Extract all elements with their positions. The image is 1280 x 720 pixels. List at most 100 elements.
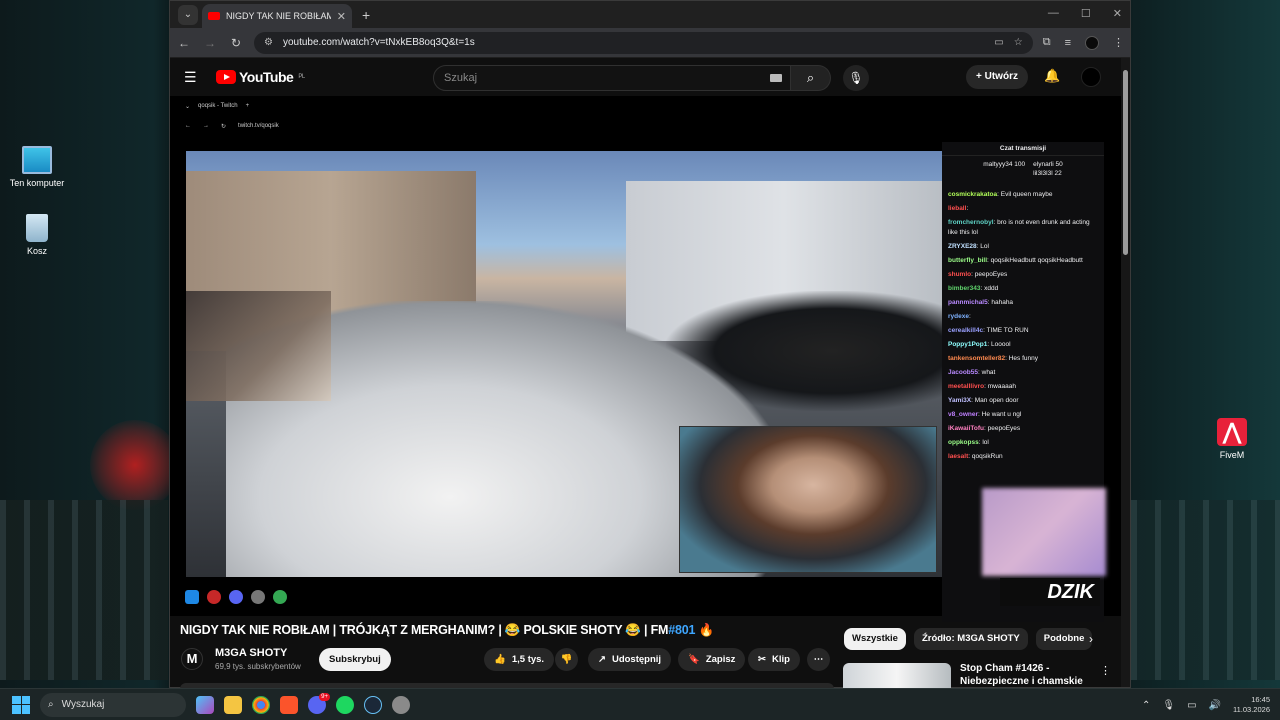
chat-username[interactable]: oppkopss — [948, 439, 979, 446]
close-window-icon[interactable]: ✕ — [1113, 7, 1122, 20]
more-actions-button[interactable]: ⋯ — [807, 648, 830, 671]
tab-search-button[interactable]: ⌄ — [178, 4, 198, 25]
taskbar-search[interactable]: ⌕ Wyszukaj — [40, 692, 186, 717]
chat-username[interactable]: v8_owner — [948, 411, 978, 418]
chat-username[interactable]: cerealkill4c — [948, 327, 983, 334]
spotify-icon[interactable] — [336, 695, 354, 714]
recommended-more-icon[interactable]: ⋮ — [1100, 664, 1111, 677]
chat-username[interactable]: laesalt — [948, 453, 968, 460]
start-button[interactable] — [12, 695, 30, 714]
youtube-logo[interactable]: YouTube PL — [216, 69, 305, 85]
app-icon[interactable] — [392, 695, 410, 714]
share-button[interactable]: ↗ Udostępnij — [588, 648, 672, 671]
desktop-icon-recycle-bin[interactable]: Kosz — [0, 214, 74, 256]
back-button[interactable]: ← — [176, 36, 192, 50]
chat-text: xddd — [984, 285, 999, 292]
reload-button[interactable]: ↻ — [228, 36, 244, 50]
chevron-right-icon[interactable]: › — [1089, 632, 1093, 646]
keyboard-icon[interactable] — [770, 74, 782, 82]
close-tab-icon[interactable]: ✕ — [337, 10, 346, 23]
clock-time: 16:45 — [1251, 695, 1270, 704]
embedded-tab-title: qoqsik - Twitch — [198, 103, 238, 109]
chat-username[interactable]: ZRYXE28 — [948, 243, 977, 250]
taskbar-clock[interactable]: 16:45 11.03.2026 — [1233, 695, 1270, 715]
account-avatar[interactable] — [1081, 67, 1101, 87]
new-tab-button[interactable]: + — [362, 7, 370, 23]
minimize-icon[interactable]: — — [1048, 7, 1059, 20]
chevron-up-icon[interactable]: ⌃ — [1142, 700, 1150, 711]
maximize-icon[interactable]: ☐ — [1081, 7, 1091, 20]
bookmark-star-icon[interactable]: ☆ — [1014, 37, 1023, 48]
chat-username[interactable]: pannmichal5 — [948, 299, 988, 306]
desktop-icon-label: Ten komputer — [9, 178, 65, 188]
chat-username[interactable]: lieball — [948, 205, 966, 212]
volume-icon[interactable]: 🔊 — [1209, 700, 1221, 711]
media-controls-icon[interactable]: ≡ — [1065, 37, 1071, 49]
browser-menu-icon[interactable]: ⋮ — [1113, 36, 1124, 49]
voice-search-button[interactable]: 🎙 — [843, 65, 869, 91]
chat-username[interactable]: meetalllivro — [948, 383, 984, 390]
clip-button[interactable]: ✂ Klip — [748, 648, 800, 671]
chat-text: qoqsikRun — [971, 453, 1003, 460]
chrome-icon[interactable] — [252, 695, 270, 714]
chat-message: Poppy1Pop1: Looool — [942, 338, 1104, 352]
chat-username[interactable]: tankensomteller82 — [948, 355, 1005, 362]
youtube-play-icon — [216, 70, 236, 84]
chat-username[interactable]: rydexe — [948, 313, 969, 320]
notifications-bell-icon[interactable]: 🔔 — [1044, 68, 1060, 84]
search-input[interactable]: Szukaj — [433, 65, 791, 91]
network-icon[interactable]: ▭ — [1187, 700, 1196, 711]
channel-avatar[interactable]: M — [181, 648, 203, 670]
create-button[interactable]: + Utwórz — [966, 65, 1028, 89]
chip-all[interactable]: Wszystkie — [844, 628, 906, 650]
youtube-logo-text: YouTube — [239, 69, 294, 85]
chat-username[interactable]: iKawaiiTofu — [948, 425, 984, 432]
cast-icon[interactable]: ▭ — [994, 37, 1003, 48]
profile-avatar[interactable] — [1085, 35, 1099, 50]
dislike-button[interactable]: 👎 — [555, 648, 578, 671]
scrollbar-thumb[interactable] — [1123, 70, 1128, 255]
brave-icon[interactable] — [280, 695, 298, 714]
chat-username[interactable]: bimber343 — [948, 285, 981, 292]
subscribe-button[interactable]: Subskrybuj — [319, 648, 391, 671]
file-explorer-icon[interactable] — [224, 695, 242, 714]
discord-icon[interactable]: 9+ — [308, 692, 330, 714]
steam-icon[interactable] — [364, 695, 382, 714]
chat-username[interactable]: butterfly_bill — [948, 257, 987, 264]
copilot-icon[interactable] — [196, 695, 214, 714]
forward-button[interactable]: → — [202, 36, 218, 50]
chip-related[interactable]: Podobne — [1035, 628, 1093, 650]
microphone-icon[interactable]: 🎙 — [1162, 700, 1175, 711]
tab-youtube[interactable]: NIGDY TAK NIE ROBIŁAM | TRÓ ✕ — [202, 4, 352, 28]
chat-username[interactable]: Jacoob55 — [948, 369, 978, 376]
window-controls: — ☐ ✕ — [1048, 7, 1122, 20]
search-button[interactable]: ⌕ — [791, 65, 831, 91]
video-player[interactable]: ⌄ qoqsik - Twitch + ← → ↻ twitch.tv/qoqs… — [170, 96, 1123, 622]
save-button[interactable]: 🔖 Zapisz — [678, 648, 746, 671]
chat-username[interactable]: fromchernobyl — [948, 219, 994, 226]
discord-icon — [229, 590, 243, 604]
video-title-text: NIGDY TAK NIE ROBIŁAM | TRÓJKĄT Z MERGHA… — [180, 623, 669, 637]
site-info-icon[interactable]: ⚙ — [264, 37, 273, 48]
extensions-icon[interactable]: ⧉ — [1043, 36, 1051, 49]
address-bar[interactable]: ⚙ youtube.com/watch?v=tNxkEB8oq3Q&t=1s ▭… — [254, 31, 1033, 54]
chat-text: Looool — [991, 341, 1011, 348]
embedded-browser-tabbar: ⌄ qoqsik - Twitch + — [185, 98, 1103, 114]
chat-message: iKawaiiTofu: peepoEyes — [942, 422, 1104, 436]
dzik-logo: DZIK — [1000, 578, 1100, 606]
like-button[interactable]: 👍 1,5 tys. — [484, 648, 555, 671]
guide-menu-icon[interactable]: ☰ — [184, 69, 198, 86]
search-icon: ⌕ — [48, 699, 54, 710]
chat-username[interactable]: Poppy1Pop1 — [948, 341, 987, 348]
chat-username[interactable]: cosmickrakatoa — [948, 191, 997, 198]
chip-source[interactable]: Źródło: M3GA SHOTY — [913, 628, 1028, 650]
chat-message: cerealkill4c: TIME TO RUN — [942, 324, 1104, 338]
recommended-thumbnail[interactable] — [843, 663, 951, 689]
page-scrollbar[interactable] — [1121, 58, 1130, 687]
chat-username[interactable]: Yami3X — [948, 397, 971, 404]
video-hashtag[interactable]: #801 — [668, 623, 695, 637]
chat-username[interactable]: shumlo — [948, 271, 971, 278]
desktop-icon-this-pc[interactable]: Ten komputer — [0, 146, 74, 188]
channel-name[interactable]: M3GA SHOTY — [215, 647, 287, 659]
desktop-icon-fivem[interactable]: ⋀ FiveM — [1195, 418, 1269, 460]
